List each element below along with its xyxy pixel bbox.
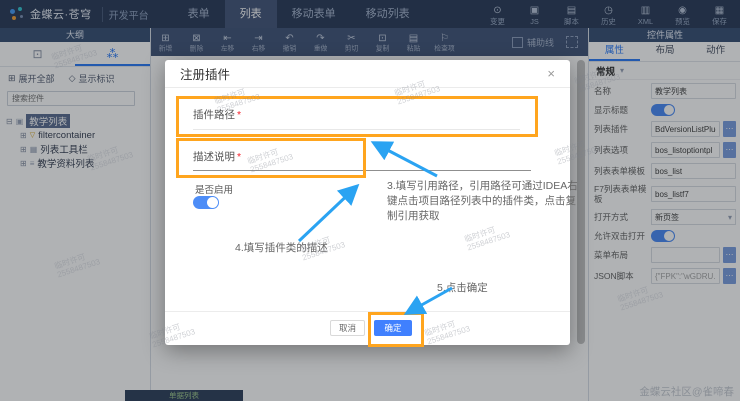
cancel-button[interactable]: 取消 — [330, 320, 365, 336]
plugin-path-input[interactable] — [193, 129, 520, 130]
description-label: 描述说明 — [193, 149, 241, 164]
app-window: 金蝶云·苍穹 开发平台 表单 列表 移动表单 移动列表 ⊙变更 ▣JS ▤脚本 … — [0, 0, 740, 401]
plugin-path-label: 插件路径 — [193, 107, 241, 122]
description-input[interactable] — [193, 170, 531, 171]
annotation-step4: 4.填写插件类的描述 — [235, 241, 328, 256]
register-plugin-dialog: 注册插件 × 插件路径 描述说明 是否启用 3.填写引用路径，引用路径可通过ID… — [165, 60, 570, 345]
dialog-footer-divider — [165, 311, 570, 312]
annotation-step3: 3.填写引用路径，引用路径可通过IDEA右键点击项目路径列表中的插件类，点击复制… — [387, 179, 585, 224]
ok-button[interactable]: 确定 — [374, 320, 412, 336]
dialog-header: 注册插件 × — [165, 60, 570, 88]
annotation-step5: 5.点击确定 — [437, 281, 488, 296]
enable-toggle[interactable] — [193, 196, 219, 209]
dialog-title: 注册插件 — [180, 64, 230, 83]
enable-label: 是否启用 — [195, 182, 233, 196]
watermark-credit: 金蝶云社区@雀啼春 — [639, 384, 734, 399]
close-icon[interactable]: × — [547, 67, 555, 80]
